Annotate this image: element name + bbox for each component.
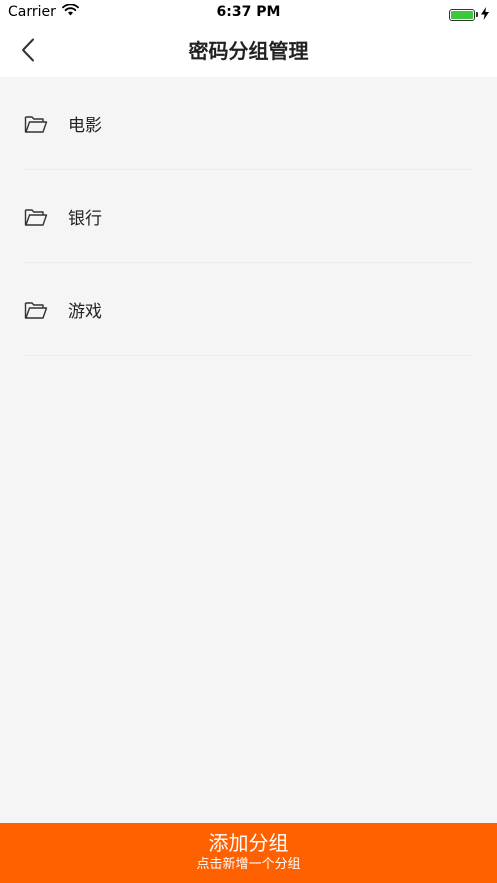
group-item-bank[interactable]: 银行: [0, 170, 497, 263]
status-bar: Carrier 6:37 PM: [0, 0, 497, 26]
navigation-bar: 密码分组管理: [0, 26, 497, 77]
status-time: 6:37 PM: [216, 4, 281, 20]
group-item-movie[interactable]: 电影: [0, 77, 497, 170]
add-group-subtitle: 点击新增一个分组: [196, 857, 301, 872]
folder-icon: [24, 300, 48, 320]
battery-icon: [449, 8, 475, 21]
charging-bolt-icon: [481, 5, 489, 24]
add-group-button[interactable]: 添加分组 点击新增一个分组: [0, 823, 497, 883]
group-label: 银行: [68, 209, 102, 229]
add-group-title: 添加分组: [208, 831, 289, 855]
group-label: 游戏: [68, 302, 102, 322]
chevron-left-icon: [21, 38, 35, 66]
group-list: 电影 银行 游戏: [0, 77, 497, 356]
folder-icon: [24, 114, 48, 134]
back-button[interactable]: [10, 34, 46, 70]
folder-icon: [24, 207, 48, 227]
battery-fill: [451, 10, 473, 19]
group-item-game[interactable]: 游戏: [0, 263, 497, 356]
battery-cap: [476, 12, 478, 17]
status-right: [449, 5, 489, 24]
page-title: 密码分组管理: [188, 39, 309, 63]
group-label: 电影: [68, 116, 102, 136]
